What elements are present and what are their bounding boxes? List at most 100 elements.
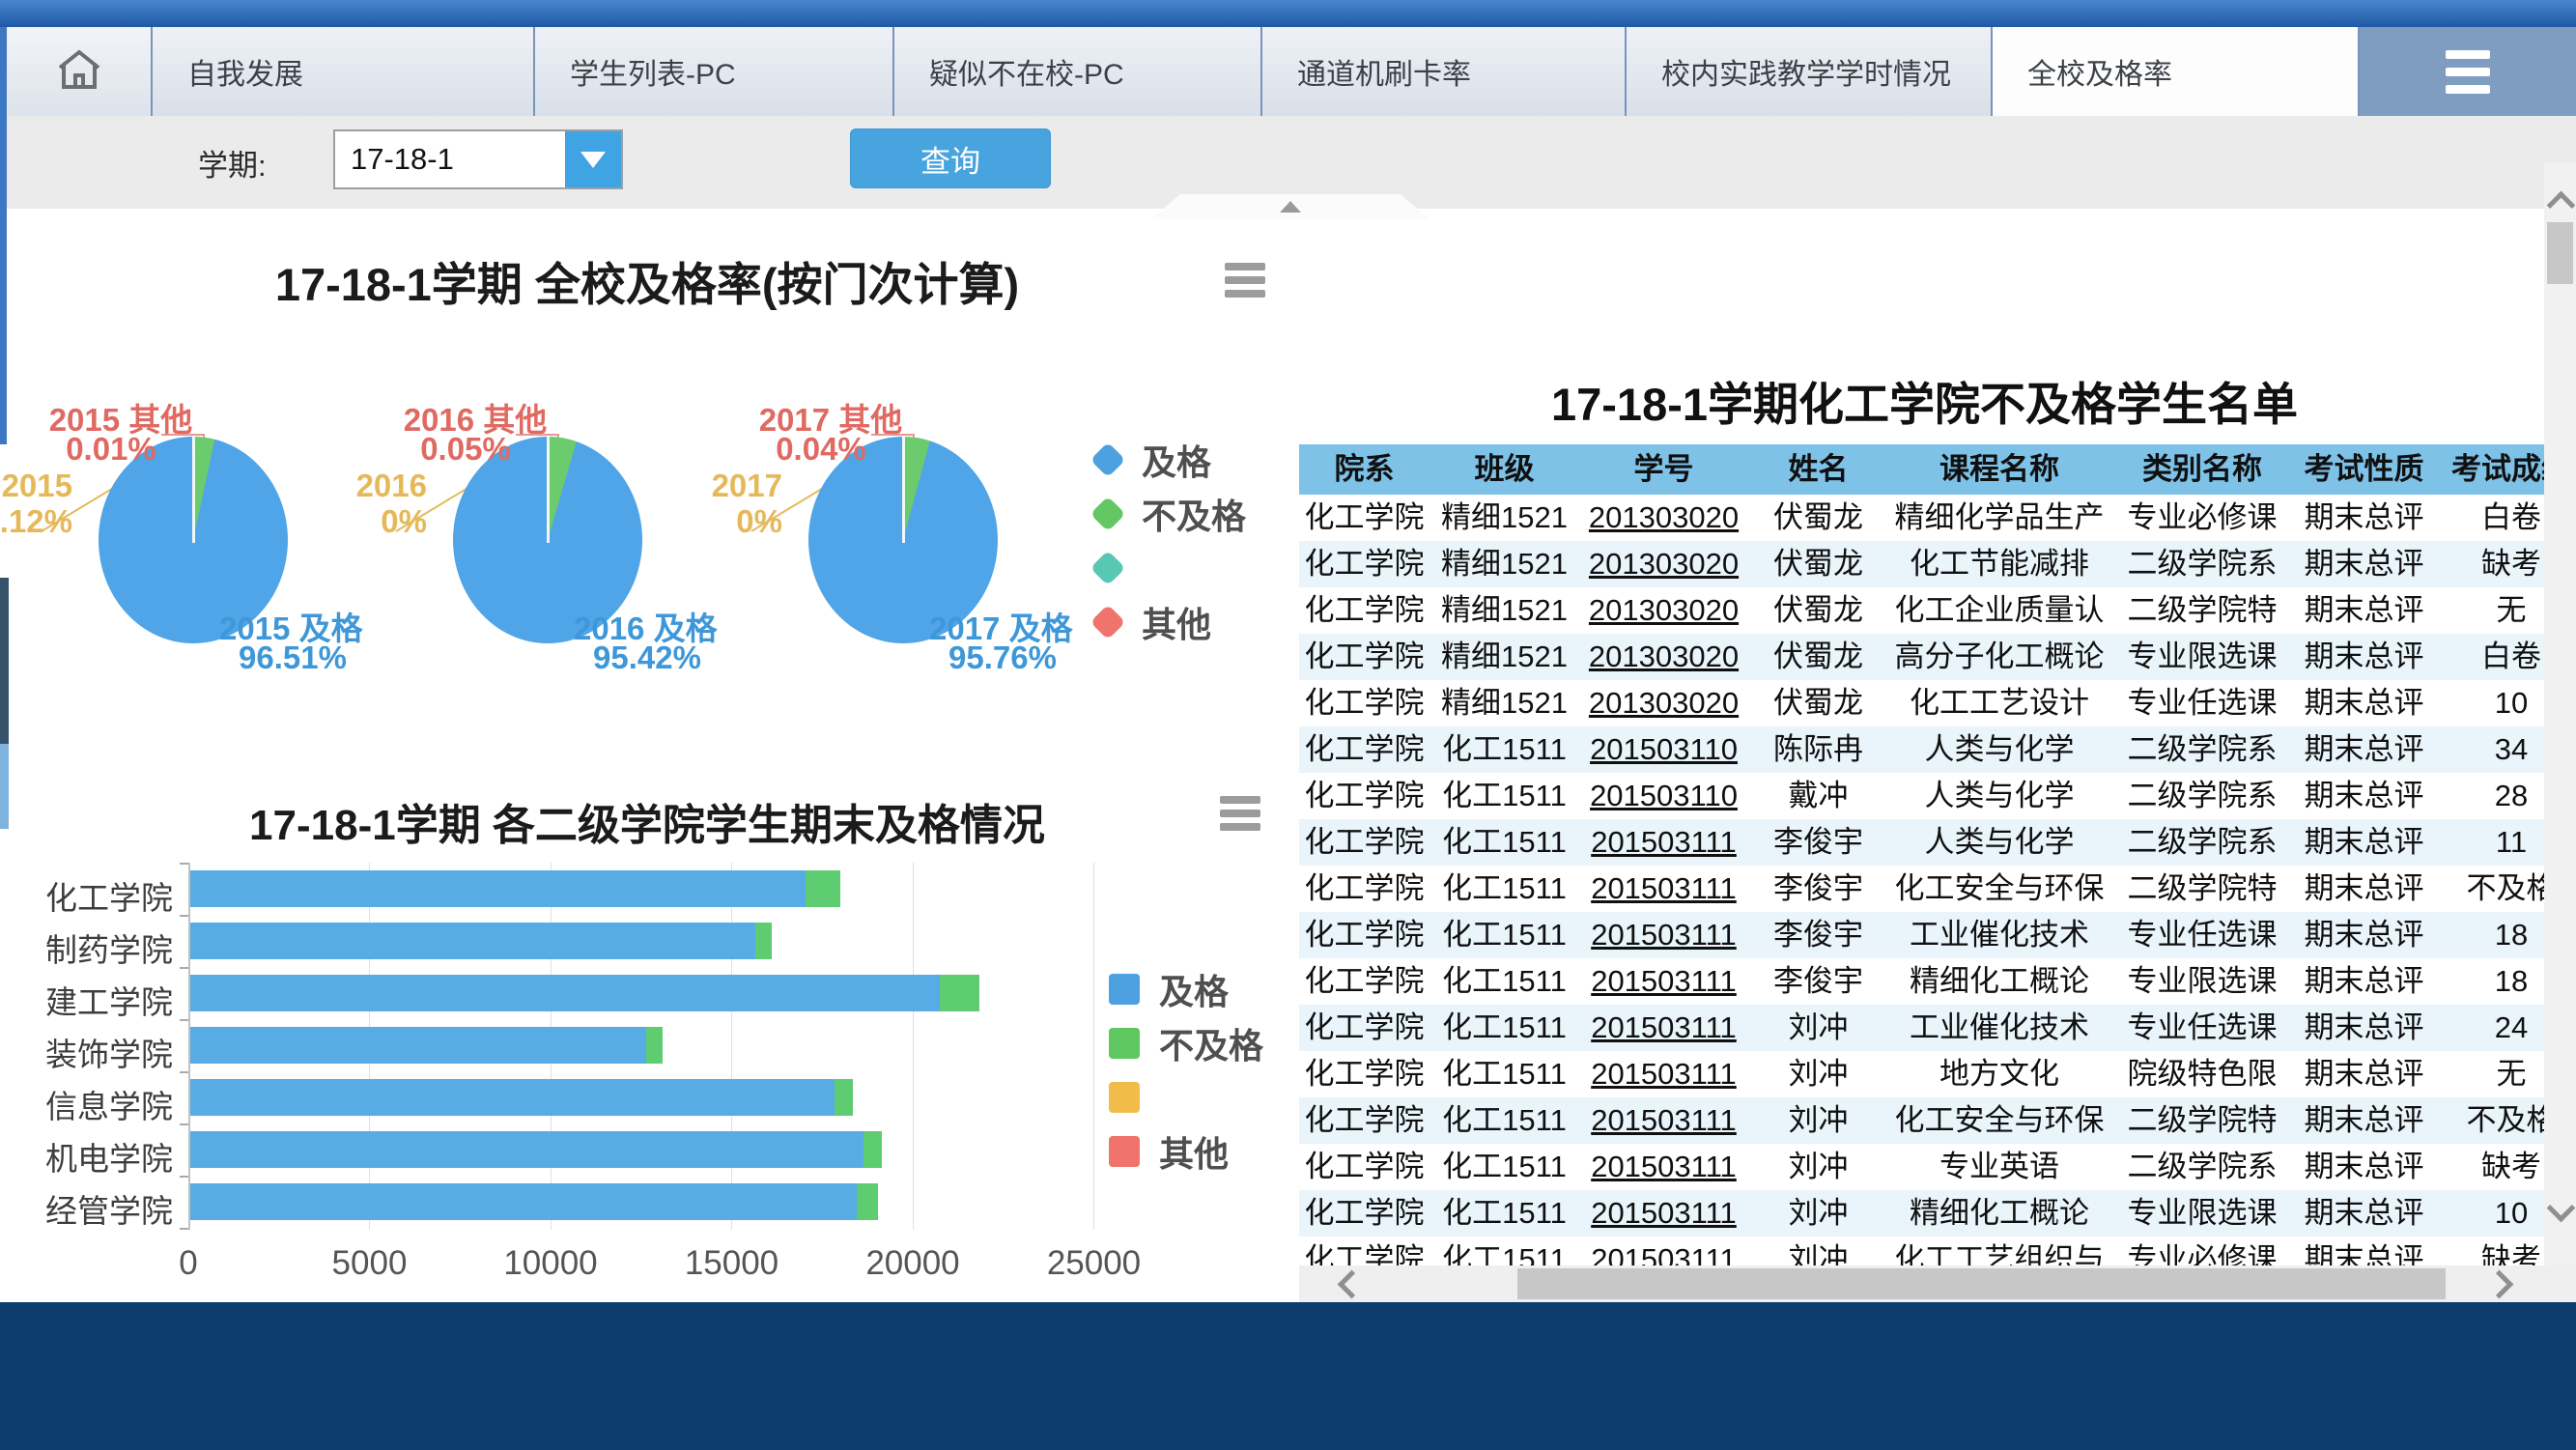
student-id-link[interactable]: 201503111: [1591, 1150, 1737, 1183]
legend-item-不及格[interactable]: 不及格: [1090, 487, 1246, 541]
x-tick-label: 10000: [503, 1244, 597, 1283]
table-header-考试性质: 考试性质: [2294, 444, 2434, 495]
pie-slice-gap: [902, 437, 905, 543]
legend-item-及格[interactable]: 及格: [1090, 433, 1246, 487]
query-button[interactable]: 查询: [850, 128, 1051, 188]
table-header-院系: 院系: [1299, 444, 1430, 495]
student-id-link[interactable]: 201503111: [1591, 1196, 1737, 1230]
x-tick-label: 15000: [685, 1244, 778, 1283]
student-id-link[interactable]: 201303020: [1589, 547, 1739, 581]
table-cell: 化工1511: [1430, 1237, 1579, 1265]
legend-item-不及格[interactable]: 不及格: [1109, 1016, 1263, 1070]
table-cell: 高分子化工概论: [1888, 634, 2110, 680]
scroll-right-icon[interactable]: [2485, 1270, 2514, 1299]
scroll-left-icon[interactable]: [1338, 1270, 1367, 1299]
semester-label: 学期:: [198, 141, 267, 185]
table-cell: 化工学院: [1299, 866, 1430, 912]
legend-marker: [1090, 605, 1126, 640]
table-cell: 期末总评: [2294, 819, 2434, 866]
tab-通道机刷卡率[interactable]: 通道机刷卡率: [1262, 27, 1627, 116]
semester-select[interactable]: 17-18-1: [333, 129, 623, 189]
pie-label-qita-pct: 0.01%: [34, 431, 188, 468]
tab-疑似不在校-PC[interactable]: 疑似不在校-PC: [894, 27, 1262, 116]
legend-item-其他[interactable]: 其他: [1090, 595, 1246, 649]
x-tick-label: 0: [179, 1244, 197, 1283]
table-cell: 期末总评: [2294, 587, 2434, 634]
horizontal-scrollbar[interactable]: [1299, 1265, 2576, 1302]
y-axis-tick: [180, 863, 188, 865]
legend-marker: [1090, 551, 1126, 586]
student-id-link[interactable]: 201503110: [1590, 732, 1738, 766]
tab-自我发展[interactable]: 自我发展: [153, 27, 535, 116]
legend-item-unlabeled[interactable]: [1090, 541, 1246, 595]
table-cell: 化工学院: [1299, 634, 1430, 680]
table-row: 化工学院化工1511201503110陈际冉人类与化学二级学院系期末总评34: [1299, 726, 2576, 773]
bar-segment-及格: [190, 923, 755, 959]
table-cell: 二级学院系: [2110, 541, 2294, 587]
x-axis-labels: 0500010000150002000025000: [188, 1244, 1154, 1283]
table-cell: 化工学院: [1299, 495, 1430, 541]
collapse-filter-handle[interactable]: [1151, 194, 1430, 219]
y-axis-tick: [180, 915, 188, 917]
tab-list: 自我发展学生列表-PC疑似不在校-PC通道机刷卡率校内实践教学学时情况全校及格率: [153, 27, 2360, 116]
legend-label: 不及格: [1159, 1018, 1263, 1068]
table-cell: 专业必修课: [2110, 495, 2294, 541]
legend-marker: [1109, 1028, 1140, 1059]
student-id-link[interactable]: 201503111: [1591, 1103, 1737, 1137]
table-cell: 期末总评: [2294, 495, 2434, 541]
table-cell: 201503111: [1579, 866, 1748, 912]
table-cell: 化工学院: [1299, 541, 1430, 587]
student-id-link[interactable]: 201503110: [1590, 779, 1738, 812]
caret-down-icon: [580, 152, 606, 168]
tab-menu-button[interactable]: [2360, 27, 2576, 116]
student-id-link[interactable]: 201503111: [1591, 1242, 1737, 1265]
table-cell: 期末总评: [2294, 958, 2434, 1005]
student-id-link[interactable]: 201503111: [1591, 825, 1737, 859]
student-id-link[interactable]: 201503111: [1591, 918, 1737, 952]
tab-学生列表-PC[interactable]: 学生列表-PC: [535, 27, 894, 116]
table-cell: 专业任选课: [2110, 680, 2294, 726]
pie-chart-title: 17-18-1学期 全校及格率(按门次计算): [0, 247, 1294, 314]
pie-slice-gap: [547, 437, 550, 543]
table-cell: 化工学院: [1299, 587, 1430, 634]
pie-2016: 2016 其他0.05%20160%2016 及格95.42%: [369, 388, 726, 697]
x-tick-label: 20000: [865, 1244, 959, 1283]
pie-label-yellow: 2016: [234, 468, 427, 504]
bar-segment-不及格: [940, 975, 979, 1011]
legend-item-及格[interactable]: 及格: [1109, 962, 1263, 1016]
pie-chart-legend: 及格不及格其他: [1090, 433, 1246, 649]
dropdown-arrow-button[interactable]: [565, 131, 621, 187]
student-id-link[interactable]: 201303020: [1589, 640, 1739, 673]
pie-label-qita-pct: 0.05%: [388, 431, 543, 468]
table-header-row: 院系班级学号姓名课程名称类别名称考试性质考试成绩: [1299, 444, 2576, 495]
student-id-link[interactable]: 201503111: [1591, 1010, 1737, 1044]
student-id-link[interactable]: 201303020: [1589, 500, 1739, 534]
student-id-link[interactable]: 201503111: [1591, 1057, 1737, 1091]
vertical-scrollbar[interactable]: [2544, 162, 2576, 1265]
tab-home[interactable]: [8, 27, 153, 116]
scroll-down-icon[interactable]: [2547, 1194, 2576, 1223]
tab-校内实践教学学时情况[interactable]: 校内实践教学学时情况: [1627, 27, 1993, 116]
chart-menu-icon[interactable]: [1220, 796, 1260, 831]
legend-item-unlabeled[interactable]: [1109, 1070, 1263, 1124]
bar-segment-及格: [190, 1183, 857, 1220]
table-cell: 刘冲: [1748, 1051, 1888, 1097]
student-id-link[interactable]: 201303020: [1589, 593, 1739, 627]
student-id-link[interactable]: 201503111: [1591, 964, 1737, 998]
table-cell: 期末总评: [2294, 912, 2434, 958]
legend-item-其他[interactable]: 其他: [1109, 1124, 1263, 1179]
legend-marker: [1109, 1082, 1140, 1113]
chart-menu-icon[interactable]: [1225, 263, 1265, 298]
caret-up-icon: [1280, 201, 1301, 213]
tab-全校及格率[interactable]: 全校及格率: [1993, 27, 2360, 116]
student-id-link[interactable]: 201303020: [1589, 686, 1739, 720]
table-row: 化工学院精细1521201303020伏蜀龙化工节能减排二级学院系期末总评缺考: [1299, 541, 2576, 587]
horizontal-scroll-thumb[interactable]: [1517, 1268, 2446, 1299]
table-cell: 201503111: [1579, 1190, 1748, 1237]
vertical-scroll-thumb[interactable]: [2547, 222, 2573, 284]
table-header-课程名称: 课程名称: [1888, 444, 2110, 495]
scroll-up-icon[interactable]: [2547, 191, 2576, 220]
student-id-link[interactable]: 201503111: [1591, 871, 1737, 905]
bar-segment-及格: [190, 870, 806, 907]
bar-segment-及格: [190, 1079, 835, 1116]
